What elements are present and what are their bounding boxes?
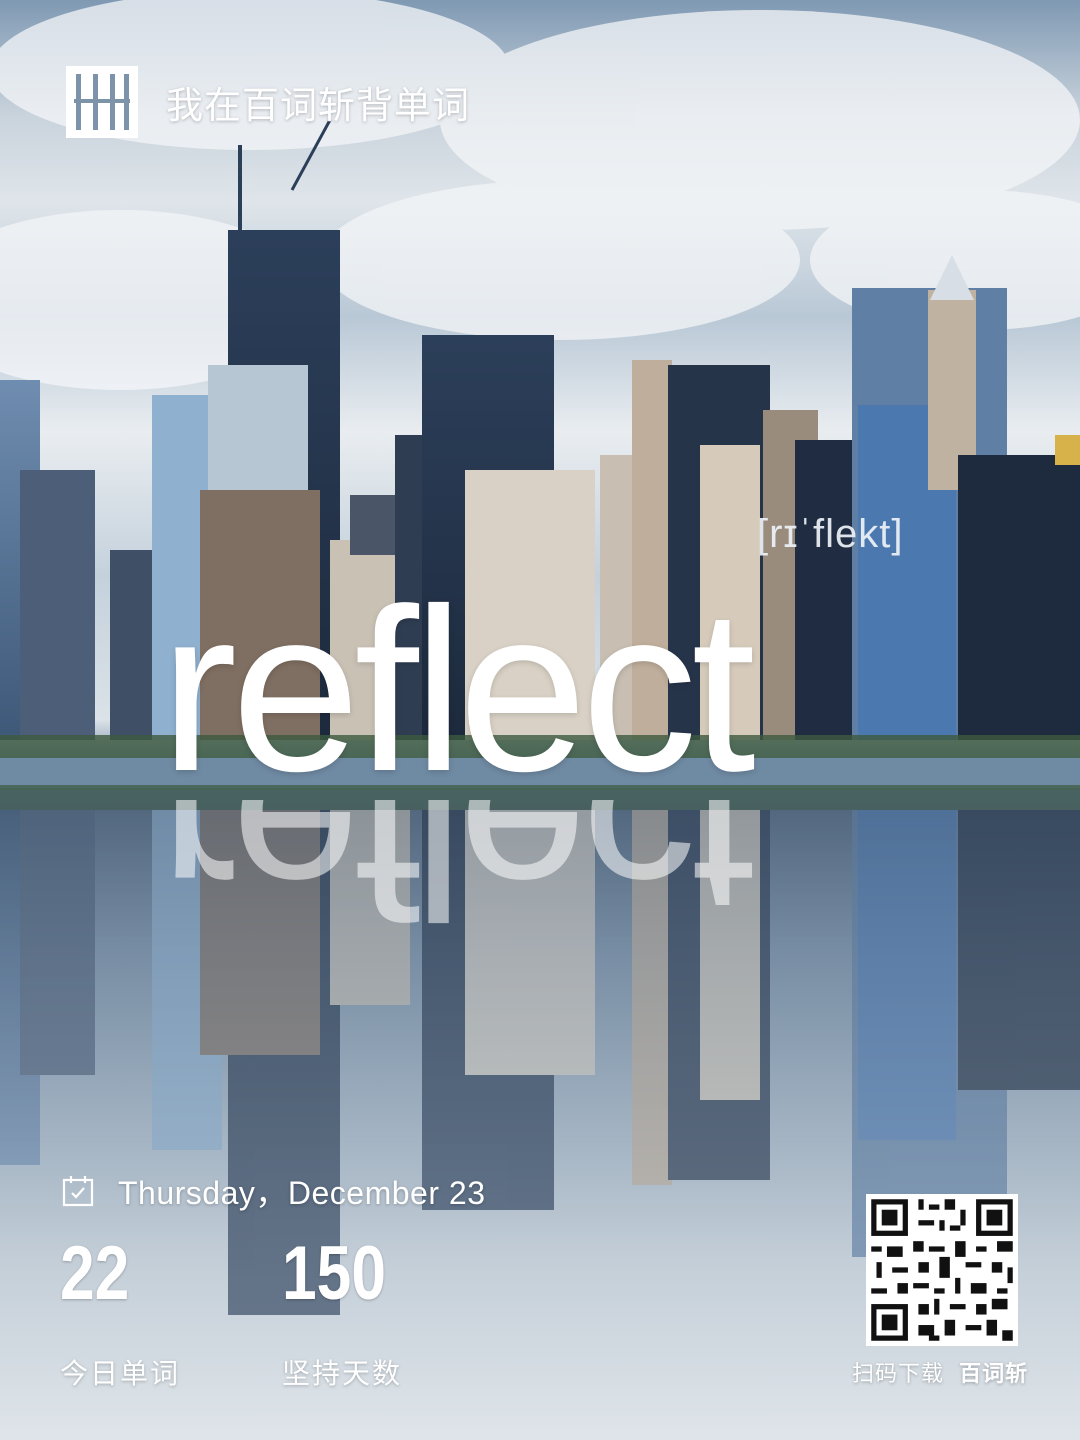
stat-label: 坚持天数 (282, 1358, 403, 1389)
share-card: 我在百词斩背单词 [rɪˈflekt] reflect reflect Thur… (0, 0, 1080, 1440)
stat-label: 今日单词 (60, 1358, 181, 1389)
qr-code-icon (866, 1194, 1018, 1346)
date-text: Thursday，December 23 (118, 1175, 486, 1211)
stat-streak-days: 150 坚持天数 (282, 1236, 409, 1392)
stat-today-words: 22 今日单词 (60, 1236, 180, 1392)
word-phonetic: [rɪˈflekt] (757, 512, 904, 556)
qr-caption-brand: 百词斩 (959, 1361, 1029, 1386)
baicizhan-logo-icon (66, 66, 138, 138)
word-title: reflect (160, 561, 756, 820)
qr-caption: 扫码下载 百词斩 (852, 1356, 1028, 1388)
word-reflection-text: reflect (160, 800, 750, 950)
date-row: Thursday，December 23 (62, 1168, 486, 1214)
calendar-check-icon (62, 1176, 94, 1207)
word-reflection: reflect (160, 800, 940, 950)
brand-header: 我在百词斩背单词 (66, 66, 470, 138)
qr-caption-prefix: 扫码下载 (852, 1361, 945, 1386)
qr-code[interactable] (866, 1194, 1018, 1346)
brand-tagline: 我在百词斩背单词 (166, 85, 470, 126)
stat-value: 22 (60, 1231, 130, 1316)
stat-value: 150 (282, 1231, 386, 1316)
